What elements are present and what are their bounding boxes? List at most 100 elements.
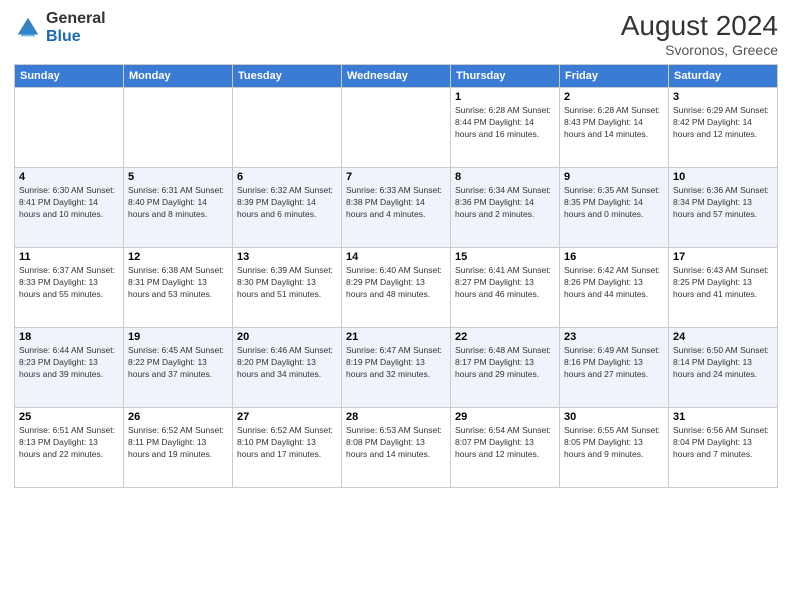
logo-general: General <box>46 10 106 27</box>
day-info: Sunrise: 6:29 AM Sunset: 8:42 PM Dayligh… <box>673 105 773 141</box>
calendar-cell: 4Sunrise: 6:30 AM Sunset: 8:41 PM Daylig… <box>15 168 124 248</box>
day-info: Sunrise: 6:56 AM Sunset: 8:04 PM Dayligh… <box>673 425 773 461</box>
calendar-cell: 26Sunrise: 6:52 AM Sunset: 8:11 PM Dayli… <box>124 408 233 488</box>
day-number: 7 <box>346 171 446 183</box>
day-info: Sunrise: 6:51 AM Sunset: 8:13 PM Dayligh… <box>19 425 119 461</box>
day-info: Sunrise: 6:42 AM Sunset: 8:26 PM Dayligh… <box>564 265 664 301</box>
day-number: 25 <box>19 411 119 423</box>
calendar-cell <box>342 88 451 168</box>
calendar-cell <box>124 88 233 168</box>
calendar-cell: 20 Sunrise: 6:46 AM Sunset: 8:20 PM Dayli… <box>233 328 342 408</box>
calendar-cell: 18 Sunrise: 6:44 AM Sunset: 8:23 PM Dayli… <box>15 328 124 408</box>
day-number: 12 <box>128 251 228 263</box>
day-info: Sunrise: 6:43 AM Sunset: 8:25 PM Dayligh… <box>673 265 773 301</box>
day-number: 30 <box>564 411 664 423</box>
day-info: Sunrise: 6:34 AM Sunset: 8:36 PM Dayligh… <box>455 185 555 221</box>
calendar-cell: 6Sunrise: 6:32 AM Sunset: 8:39 PM Daylig… <box>233 168 342 248</box>
day-info: Sunrise: 6:48 AM Sunset: 8:17 PM Dayligh… <box>455 345 555 381</box>
logo-icon <box>14 14 42 42</box>
calendar-cell: 7 Sunrise: 6:33 AM Sunset: 8:38 PM Daylig… <box>342 168 451 248</box>
calendar: SundayMondayTuesdayWednesdayThursdayFrid… <box>14 64 778 488</box>
calendar-cell: 28 Sunrise: 6:53 AM Sunset: 8:08 PM Dayli… <box>342 408 451 488</box>
day-info: Sunrise: 6:46 AM Sunset: 8:20 PM Dayligh… <box>237 345 337 381</box>
day-number: 1 <box>455 91 555 103</box>
day-info: Sunrise: 6:50 AM Sunset: 8:14 PM Dayligh… <box>673 345 773 381</box>
logo-text: General Blue <box>46 10 106 45</box>
calendar-week-row: 1 Sunrise: 6:28 AM Sunset: 8:44 PM Daylig… <box>15 88 778 168</box>
day-number: 15 <box>455 251 555 263</box>
day-info: Sunrise: 6:38 AM Sunset: 8:31 PM Dayligh… <box>128 265 228 301</box>
calendar-cell: 27 Sunrise: 6:52 AM Sunset: 8:10 PM Dayli… <box>233 408 342 488</box>
day-info: Sunrise: 6:40 AM Sunset: 8:29 PM Dayligh… <box>346 265 446 301</box>
calendar-cell: 25 Sunrise: 6:51 AM Sunset: 8:13 PM Dayli… <box>15 408 124 488</box>
calendar-cell <box>233 88 342 168</box>
calendar-cell: 19 Sunrise: 6:45 AM Sunset: 8:22 PM Dayli… <box>124 328 233 408</box>
calendar-cell: 29 Sunrise: 6:54 AM Sunset: 8:07 PM Dayli… <box>451 408 560 488</box>
day-info: Sunrise: 6:37 AM Sunset: 8:33 PM Dayligh… <box>19 265 119 301</box>
day-info: Sunrise: 6:44 AM Sunset: 8:23 PM Dayligh… <box>19 345 119 381</box>
day-number: 6 <box>237 171 337 183</box>
day-of-week-header: Tuesday <box>233 65 342 88</box>
day-number: 21 <box>346 331 446 343</box>
calendar-cell <box>15 88 124 168</box>
day-number: 10 <box>673 171 773 183</box>
day-number: 24 <box>673 331 773 343</box>
day-number: 18 <box>19 331 119 343</box>
day-number: 29 <box>455 411 555 423</box>
calendar-cell: 1 Sunrise: 6:28 AM Sunset: 8:44 PM Daylig… <box>451 88 560 168</box>
calendar-cell: 2Sunrise: 6:28 AM Sunset: 8:43 PM Daylig… <box>560 88 669 168</box>
day-of-week-header: Wednesday <box>342 65 451 88</box>
day-of-week-header: Monday <box>124 65 233 88</box>
calendar-cell: 5Sunrise: 6:31 AM Sunset: 8:40 PM Daylig… <box>124 168 233 248</box>
day-info: Sunrise: 6:31 AM Sunset: 8:40 PM Dayligh… <box>128 185 228 221</box>
day-info: Sunrise: 6:41 AM Sunset: 8:27 PM Dayligh… <box>455 265 555 301</box>
day-info: Sunrise: 6:52 AM Sunset: 8:11 PM Dayligh… <box>128 425 228 461</box>
calendar-header-row: SundayMondayTuesdayWednesdayThursdayFrid… <box>15 65 778 88</box>
calendar-week-row: 25 Sunrise: 6:51 AM Sunset: 8:13 PM Dayli… <box>15 408 778 488</box>
calendar-cell: 31Sunrise: 6:56 AM Sunset: 8:04 PM Dayli… <box>669 408 778 488</box>
day-number: 19 <box>128 331 228 343</box>
day-info: Sunrise: 6:49 AM Sunset: 8:16 PM Dayligh… <box>564 345 664 381</box>
day-info: Sunrise: 6:45 AM Sunset: 8:22 PM Dayligh… <box>128 345 228 381</box>
day-number: 28 <box>346 411 446 423</box>
day-info: Sunrise: 6:28 AM Sunset: 8:44 PM Dayligh… <box>455 105 555 141</box>
calendar-cell: 22 Sunrise: 6:48 AM Sunset: 8:17 PM Dayli… <box>451 328 560 408</box>
page: General Blue August 2024 Svoronos, Greec… <box>0 0 792 612</box>
calendar-cell: 15 Sunrise: 6:41 AM Sunset: 8:27 PM Dayli… <box>451 248 560 328</box>
calendar-cell: 10Sunrise: 6:36 AM Sunset: 8:34 PM Dayli… <box>669 168 778 248</box>
day-number: 23 <box>564 331 664 343</box>
day-info: Sunrise: 6:52 AM Sunset: 8:10 PM Dayligh… <box>237 425 337 461</box>
day-info: Sunrise: 6:35 AM Sunset: 8:35 PM Dayligh… <box>564 185 664 221</box>
calendar-cell: 11Sunrise: 6:37 AM Sunset: 8:33 PM Dayli… <box>15 248 124 328</box>
day-info: Sunrise: 6:55 AM Sunset: 8:05 PM Dayligh… <box>564 425 664 461</box>
calendar-week-row: 11Sunrise: 6:37 AM Sunset: 8:33 PM Dayli… <box>15 248 778 328</box>
day-info: Sunrise: 6:39 AM Sunset: 8:30 PM Dayligh… <box>237 265 337 301</box>
day-number: 22 <box>455 331 555 343</box>
logo: General Blue <box>14 10 106 45</box>
day-info: Sunrise: 6:53 AM Sunset: 8:08 PM Dayligh… <box>346 425 446 461</box>
logo-blue: Blue <box>46 28 81 45</box>
calendar-cell: 24 Sunrise: 6:50 AM Sunset: 8:14 PM Dayli… <box>669 328 778 408</box>
calendar-cell: 12 Sunrise: 6:38 AM Sunset: 8:31 PM Dayli… <box>124 248 233 328</box>
day-of-week-header: Friday <box>560 65 669 88</box>
day-info: Sunrise: 6:47 AM Sunset: 8:19 PM Dayligh… <box>346 345 446 381</box>
calendar-cell: 3Sunrise: 6:29 AM Sunset: 8:42 PM Daylig… <box>669 88 778 168</box>
calendar-cell: 9 Sunrise: 6:35 AM Sunset: 8:35 PM Daylig… <box>560 168 669 248</box>
calendar-cell: 16 Sunrise: 6:42 AM Sunset: 8:26 PM Dayli… <box>560 248 669 328</box>
month-year: August 2024 <box>621 10 778 42</box>
day-number: 8 <box>455 171 555 183</box>
header: General Blue August 2024 Svoronos, Greec… <box>14 10 778 58</box>
day-of-week-header: Thursday <box>451 65 560 88</box>
day-number: 27 <box>237 411 337 423</box>
day-number: 9 <box>564 171 664 183</box>
calendar-cell: 21 Sunrise: 6:47 AM Sunset: 8:19 PM Dayli… <box>342 328 451 408</box>
day-info: Sunrise: 6:28 AM Sunset: 8:43 PM Dayligh… <box>564 105 664 141</box>
day-number: 16 <box>564 251 664 263</box>
day-number: 20 <box>237 331 337 343</box>
day-number: 13 <box>237 251 337 263</box>
day-info: Sunrise: 6:33 AM Sunset: 8:38 PM Dayligh… <box>346 185 446 221</box>
day-info: Sunrise: 6:30 AM Sunset: 8:41 PM Dayligh… <box>19 185 119 221</box>
calendar-cell: 17Sunrise: 6:43 AM Sunset: 8:25 PM Dayli… <box>669 248 778 328</box>
day-of-week-header: Saturday <box>669 65 778 88</box>
day-info: Sunrise: 6:54 AM Sunset: 8:07 PM Dayligh… <box>455 425 555 461</box>
